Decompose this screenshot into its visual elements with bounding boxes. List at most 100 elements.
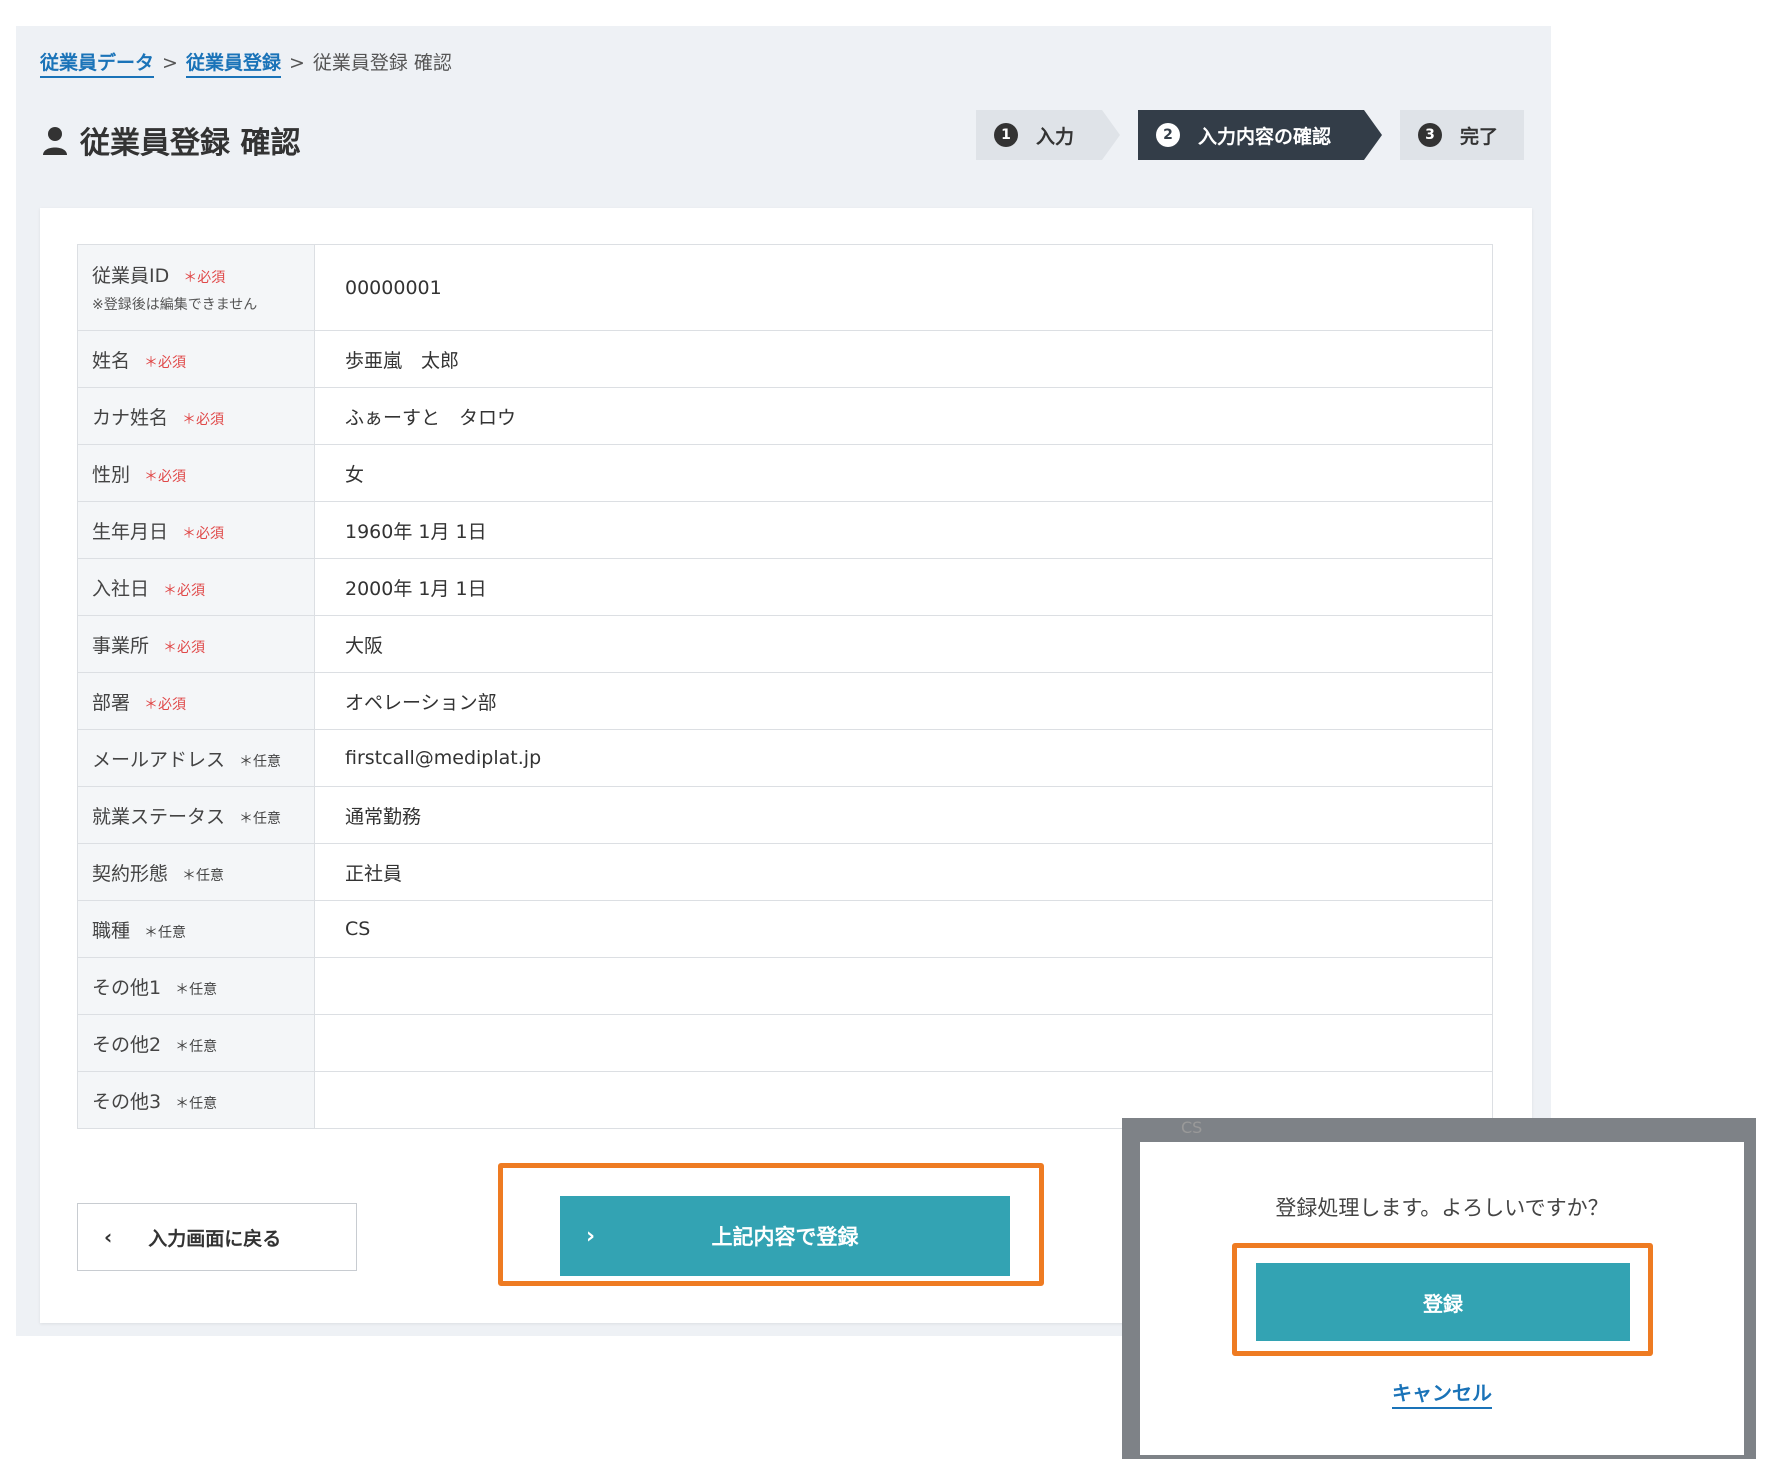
field-label-cell: 生年月日 ＊必須 bbox=[77, 501, 315, 559]
field-label: その他2 bbox=[92, 1033, 162, 1056]
field-label-cell: カナ姓名 ＊必須 bbox=[77, 387, 315, 445]
field-label-cell: メールアドレス ＊任意 bbox=[77, 729, 315, 787]
field-label: その他3 bbox=[92, 1090, 162, 1113]
table-row: 従業員ID ＊必須 ※登録後は編集できません 00000001 bbox=[77, 244, 1493, 331]
breadcrumb: 従業員データ > 従業員登録 > 従業員登録 確認 bbox=[40, 48, 452, 78]
optional-tag: ＊任意 bbox=[175, 1095, 218, 1112]
background-text-peek: CS bbox=[1181, 1118, 1203, 1137]
field-label-cell: 入社日 ＊必須 bbox=[77, 558, 315, 616]
field-value: オペレーション部 bbox=[314, 672, 1493, 730]
field-label: カナ姓名 bbox=[92, 406, 169, 429]
field-value: 女 bbox=[314, 444, 1493, 502]
chevron-right-icon: › bbox=[586, 1223, 596, 1249]
back-button-label: 入力画面に戻る bbox=[148, 1227, 282, 1250]
step-number-1: 1 bbox=[994, 123, 1018, 147]
table-row: 就業ステータス ＊任意 通常勤務 bbox=[77, 786, 1493, 844]
field-value: 歩亜嵐 太郎 bbox=[314, 330, 1493, 388]
breadcrumb-link-employee-register[interactable]: 従業員登録 bbox=[185, 52, 281, 78]
breadcrumb-link-employee-data[interactable]: 従業員データ bbox=[40, 52, 155, 78]
field-label: 性別 bbox=[92, 463, 131, 486]
field-note: ※登録後は編集できません bbox=[92, 297, 258, 313]
required-tag: ＊必須 bbox=[163, 639, 206, 656]
table-row: メールアドレス ＊任意 firstcall@mediplat.jp bbox=[77, 729, 1493, 787]
table-row: 職種 ＊任意 CS bbox=[77, 900, 1493, 958]
step-number-2: 2 bbox=[1156, 123, 1180, 147]
field-value: 通常勤務 bbox=[314, 786, 1493, 844]
field-label-cell: 部署 ＊必須 bbox=[77, 672, 315, 730]
field-label-cell: 事業所 ＊必須 bbox=[77, 615, 315, 673]
optional-tag: ＊任意 bbox=[182, 867, 225, 884]
table-row: 性別 ＊必須 女 bbox=[77, 444, 1493, 502]
register-submit-button[interactable]: › 上記内容で登録 bbox=[560, 1196, 1010, 1276]
page-title-text: 従業員登録 確認 bbox=[80, 126, 301, 161]
dialog-register-button[interactable]: 登録 bbox=[1256, 1263, 1630, 1341]
breadcrumb-separator: > bbox=[288, 52, 305, 74]
field-value: 2000年 1月 1日 bbox=[314, 558, 1493, 616]
page-title: 従業員登録 確認 bbox=[42, 118, 300, 162]
field-value: firstcall@mediplat.jp bbox=[314, 729, 1493, 787]
table-row: カナ姓名 ＊必須 ふぁーすと タロウ bbox=[77, 387, 1493, 445]
field-label-cell: 姓名 ＊必須 bbox=[77, 330, 315, 388]
table-row: その他2 ＊任意 bbox=[77, 1014, 1493, 1072]
required-tag: ＊必須 bbox=[183, 270, 226, 286]
field-value: 正社員 bbox=[314, 843, 1493, 901]
field-label: 入社日 bbox=[92, 577, 150, 600]
optional-tag: ＊任意 bbox=[239, 753, 282, 770]
step-label: 完了 bbox=[1460, 125, 1499, 148]
table-row: 部署 ＊必須 オペレーション部 bbox=[77, 672, 1493, 730]
cancel-link-text[interactable]: キャンセル bbox=[1392, 1381, 1492, 1409]
field-label-cell: その他2 ＊任意 bbox=[77, 1014, 315, 1072]
table-row: 生年月日 ＊必須 1960年 1月 1日 bbox=[77, 501, 1493, 559]
confirmation-table: 従業員ID ＊必須 ※登録後は編集できません 00000001 姓名 ＊必須 歩亜嵐… bbox=[77, 244, 1493, 1129]
required-tag: ＊必須 bbox=[182, 411, 225, 428]
field-label-cell: その他1 ＊任意 bbox=[77, 957, 315, 1015]
field-label: 就業ステータス bbox=[92, 805, 226, 828]
field-value bbox=[314, 1014, 1493, 1072]
field-label: 契約形態 bbox=[92, 862, 169, 885]
field-value: 大阪 bbox=[314, 615, 1493, 673]
dialog-message: 登録処理します。よろしいですか？ bbox=[1275, 1196, 1609, 1220]
submit-button-label: 上記内容で登録 bbox=[711, 1225, 859, 1249]
table-row: 入社日 ＊必須 2000年 1月 1日 bbox=[77, 558, 1493, 616]
required-tag: ＊必須 bbox=[144, 696, 187, 713]
optional-tag: ＊任意 bbox=[175, 1038, 218, 1055]
table-row: その他1 ＊任意 bbox=[77, 957, 1493, 1015]
field-label: その他1 bbox=[92, 976, 162, 999]
step-input: 1 入力 bbox=[976, 110, 1120, 160]
field-label: 事業所 bbox=[92, 634, 150, 657]
table-row: 姓名 ＊必須 歩亜嵐 太郎 bbox=[77, 330, 1493, 388]
field-value: ふぁーすと タロウ bbox=[314, 387, 1493, 445]
required-tag: ＊必須 bbox=[144, 468, 187, 485]
step-number-3: 3 bbox=[1418, 123, 1442, 147]
progress-steps: 1 入力 2 入力内容の確認 3 完了 bbox=[976, 110, 1524, 160]
user-icon bbox=[43, 127, 67, 155]
field-label-cell: 職種 ＊任意 bbox=[77, 900, 315, 958]
field-label: 姓名 bbox=[92, 349, 131, 372]
dialog-cancel-link: キャンセル bbox=[1140, 1377, 1744, 1409]
field-label: 従業員ID bbox=[92, 265, 170, 287]
breadcrumb-current: 従業員登録 確認 bbox=[312, 52, 452, 74]
field-label: 生年月日 bbox=[92, 520, 169, 543]
step-label: 入力 bbox=[1036, 125, 1075, 148]
field-label-cell: 契約形態 ＊任意 bbox=[77, 843, 315, 901]
chevron-left-icon: ‹ bbox=[104, 1225, 113, 1249]
required-tag: ＊必須 bbox=[182, 525, 225, 542]
step-confirm: 2 入力内容の確認 bbox=[1138, 110, 1382, 160]
breadcrumb-separator: > bbox=[162, 52, 178, 74]
field-label-cell: 就業ステータス ＊任意 bbox=[77, 786, 315, 844]
optional-tag: ＊任意 bbox=[144, 924, 187, 941]
field-value bbox=[314, 957, 1493, 1015]
table-row: 契約形態 ＊任意 正社員 bbox=[77, 843, 1493, 901]
field-label: 部署 bbox=[92, 691, 131, 714]
field-value: 1960年 1月 1日 bbox=[314, 501, 1493, 559]
step-complete: 3 完了 bbox=[1400, 110, 1524, 160]
optional-tag: ＊任意 bbox=[175, 981, 218, 998]
field-value: 00000001 bbox=[314, 244, 1493, 331]
field-label: メールアドレス bbox=[92, 748, 226, 771]
back-to-input-button[interactable]: ‹ 入力画面に戻る bbox=[77, 1203, 357, 1271]
field-label-cell: その他3 ＊任意 bbox=[77, 1071, 315, 1129]
required-tag: ＊必須 bbox=[163, 582, 206, 599]
field-value: CS bbox=[314, 900, 1493, 958]
step-label: 入力内容の確認 bbox=[1198, 125, 1332, 148]
field-label-cell: 従業員ID ＊必須 ※登録後は編集できません bbox=[77, 244, 315, 331]
